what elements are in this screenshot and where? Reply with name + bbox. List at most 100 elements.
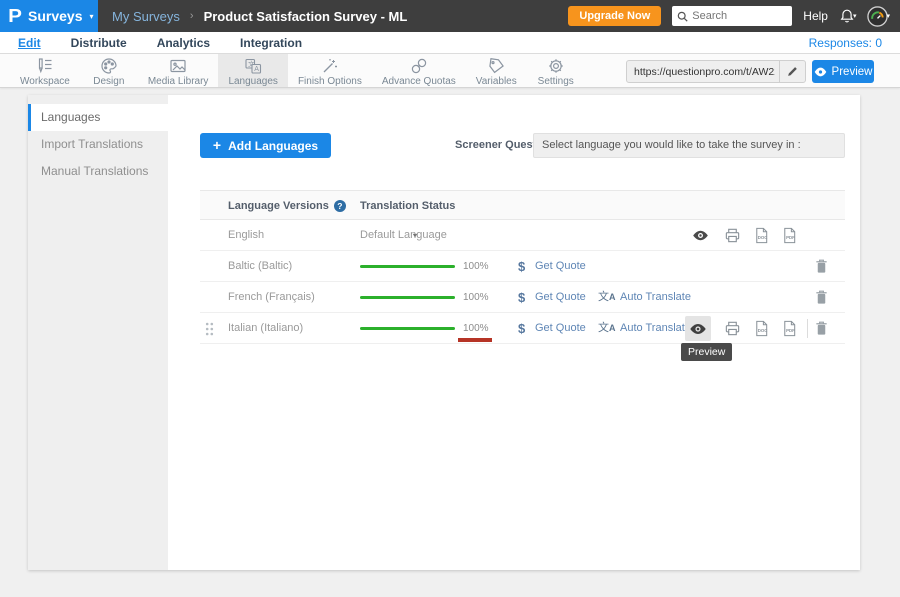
preview-button[interactable]: Preview: [812, 60, 874, 83]
preview-button-label: Preview: [832, 66, 873, 78]
export-pdf-icon[interactable]: PDF: [781, 320, 798, 337]
chevron-down-icon: ▾: [886, 12, 890, 20]
breadcrumb-separator-icon: ›: [190, 10, 194, 22]
get-quote-link[interactable]: Get Quote: [535, 282, 586, 313]
export-doc-icon[interactable]: DOC: [753, 320, 770, 337]
toolbar-item-media-library[interactable]: Media Library: [138, 54, 219, 87]
toolbar-item-variables[interactable]: Variables: [466, 54, 527, 87]
col-language-versions: Language Versions: [228, 191, 329, 221]
tab-analytics[interactable]: Analytics: [157, 36, 210, 50]
chain-links-icon: [410, 57, 428, 75]
toolbar-item-finish-options[interactable]: Finish Options: [288, 54, 372, 87]
auto-translate-link[interactable]: Auto Translate: [620, 313, 691, 344]
auto-translate-icon[interactable]: 文A: [598, 313, 616, 344]
translation-progress-bar: [360, 327, 455, 330]
preview-tooltip: Preview: [681, 343, 732, 361]
global-search[interactable]: [672, 6, 792, 26]
languages-panel: Languages Import Translations Manual Tra…: [28, 95, 860, 570]
toolbar-item-label: Languages: [228, 76, 278, 87]
workspace-icon: [36, 57, 54, 75]
get-quote-link[interactable]: Get Quote: [535, 313, 586, 344]
tab-integration[interactable]: Integration: [240, 36, 302, 50]
language-name: French (Français): [228, 282, 315, 313]
account-menu[interactable]: ▾: [867, 6, 890, 27]
translation-progress-bar: [360, 296, 455, 299]
survey-title: Product Satisfaction Survey - ML: [204, 9, 408, 24]
sidebar-item-manual-translations[interactable]: Manual Translations: [28, 158, 168, 185]
toolbar-item-languages[interactable]: 文A Languages: [218, 54, 288, 87]
languages-sidebar: Languages Import Translations Manual Tra…: [28, 95, 168, 570]
toolbar-item-workspace[interactable]: Workspace: [10, 54, 80, 87]
auto-translate-link[interactable]: Auto Translate: [620, 282, 691, 313]
help-link[interactable]: Help: [803, 9, 828, 23]
tab-distribute[interactable]: Distribute: [71, 36, 127, 50]
table-row-baltic: Baltic (Baltic) 100% $ Get Quote: [200, 251, 845, 282]
export-pdf-icon[interactable]: PDF: [781, 227, 798, 244]
toolbar-item-label: Media Library: [148, 76, 209, 87]
notifications-menu[interactable]: ▾: [839, 8, 857, 24]
svg-text:DOC: DOC: [758, 235, 768, 240]
svg-text:DOC: DOC: [758, 328, 768, 333]
design-palette-icon: [100, 57, 118, 75]
svg-text:PDF: PDF: [786, 235, 795, 240]
delete-language-icon[interactable]: [814, 289, 831, 306]
help-icon[interactable]: ?: [334, 200, 346, 212]
dollar-icon[interactable]: $: [518, 313, 525, 344]
chevron-down-icon: ▾: [90, 12, 94, 21]
gear-icon: [547, 57, 565, 75]
dollar-icon[interactable]: $: [518, 251, 525, 282]
get-quote-link[interactable]: Get Quote: [535, 251, 586, 282]
tag-icon: [487, 57, 505, 75]
languages-main: + Add Languages Screener Question : Sele…: [168, 95, 860, 570]
edit-toolbar: Workspace Design Media Library 文A Langua…: [0, 54, 900, 88]
print-icon[interactable]: [724, 320, 741, 337]
survey-url-input[interactable]: [627, 66, 779, 78]
upgrade-now-button[interactable]: Upgrade Now: [568, 6, 661, 26]
toolbar-item-advance-quotas[interactable]: Advance Quotas: [372, 54, 466, 87]
screener-question-input[interactable]: Select language you would like to take t…: [533, 133, 845, 158]
tab-edit[interactable]: Edit: [18, 36, 41, 50]
annotation-red-underline: [458, 338, 492, 342]
breadcrumb-my-surveys[interactable]: My Surveys: [112, 9, 180, 24]
language-name: English: [228, 220, 264, 251]
sidebar-item-import-translations[interactable]: Import Translations: [28, 131, 168, 158]
languages-icon: 文A: [244, 57, 262, 75]
toolbar-item-label: Variables: [476, 76, 517, 87]
default-language-label: Default Language: [360, 220, 447, 251]
table-row-english: English ▾ Default Language DOC PDF: [200, 220, 845, 251]
chevron-down-icon: ▾: [853, 12, 857, 20]
eye-icon: [689, 320, 707, 338]
toolbar-item-label: Workspace: [20, 76, 70, 87]
toolbar-item-label: Finish Options: [298, 76, 362, 87]
survey-url-field: [626, 60, 806, 83]
auto-translate-icon[interactable]: 文A: [598, 282, 616, 313]
add-languages-button[interactable]: + Add Languages: [200, 133, 331, 158]
responses-count[interactable]: Responses: 0: [809, 36, 882, 50]
add-languages-label: Add Languages: [228, 139, 318, 153]
drag-handle-icon[interactable]: [205, 322, 214, 336]
preview-eye-icon[interactable]: [692, 227, 709, 244]
product-name: Surveys: [28, 8, 82, 24]
avatar: [867, 6, 888, 27]
magic-wand-icon: [321, 57, 339, 75]
export-doc-icon[interactable]: DOC: [753, 227, 770, 244]
pencil-icon: [787, 66, 798, 77]
edit-url-button[interactable]: [779, 61, 805, 82]
questionpro-logo: P: [8, 7, 22, 25]
search-icon: [677, 11, 688, 22]
toolbar-item-settings[interactable]: Settings: [527, 54, 585, 87]
app-product-menu[interactable]: P Surveys ▾: [0, 0, 98, 32]
preview-eye-button[interactable]: [685, 316, 711, 341]
dollar-icon[interactable]: $: [518, 282, 525, 313]
search-input[interactable]: [692, 10, 782, 22]
print-icon[interactable]: [724, 227, 741, 244]
translation-percent: 100%: [463, 282, 489, 313]
table-row-french: French (Français) 100% $ Get Quote 文A Au…: [200, 282, 845, 313]
delete-language-icon[interactable]: [814, 258, 831, 275]
plus-icon: +: [213, 137, 221, 153]
toolbar-item-design[interactable]: Design: [80, 54, 138, 87]
breadcrumb: My Surveys › Product Satisfaction Survey…: [112, 0, 407, 32]
delete-language-icon[interactable]: [814, 320, 831, 337]
sidebar-item-languages[interactable]: Languages: [28, 104, 168, 131]
language-versions-table: Language Versions ? Translation Status E…: [200, 190, 845, 344]
